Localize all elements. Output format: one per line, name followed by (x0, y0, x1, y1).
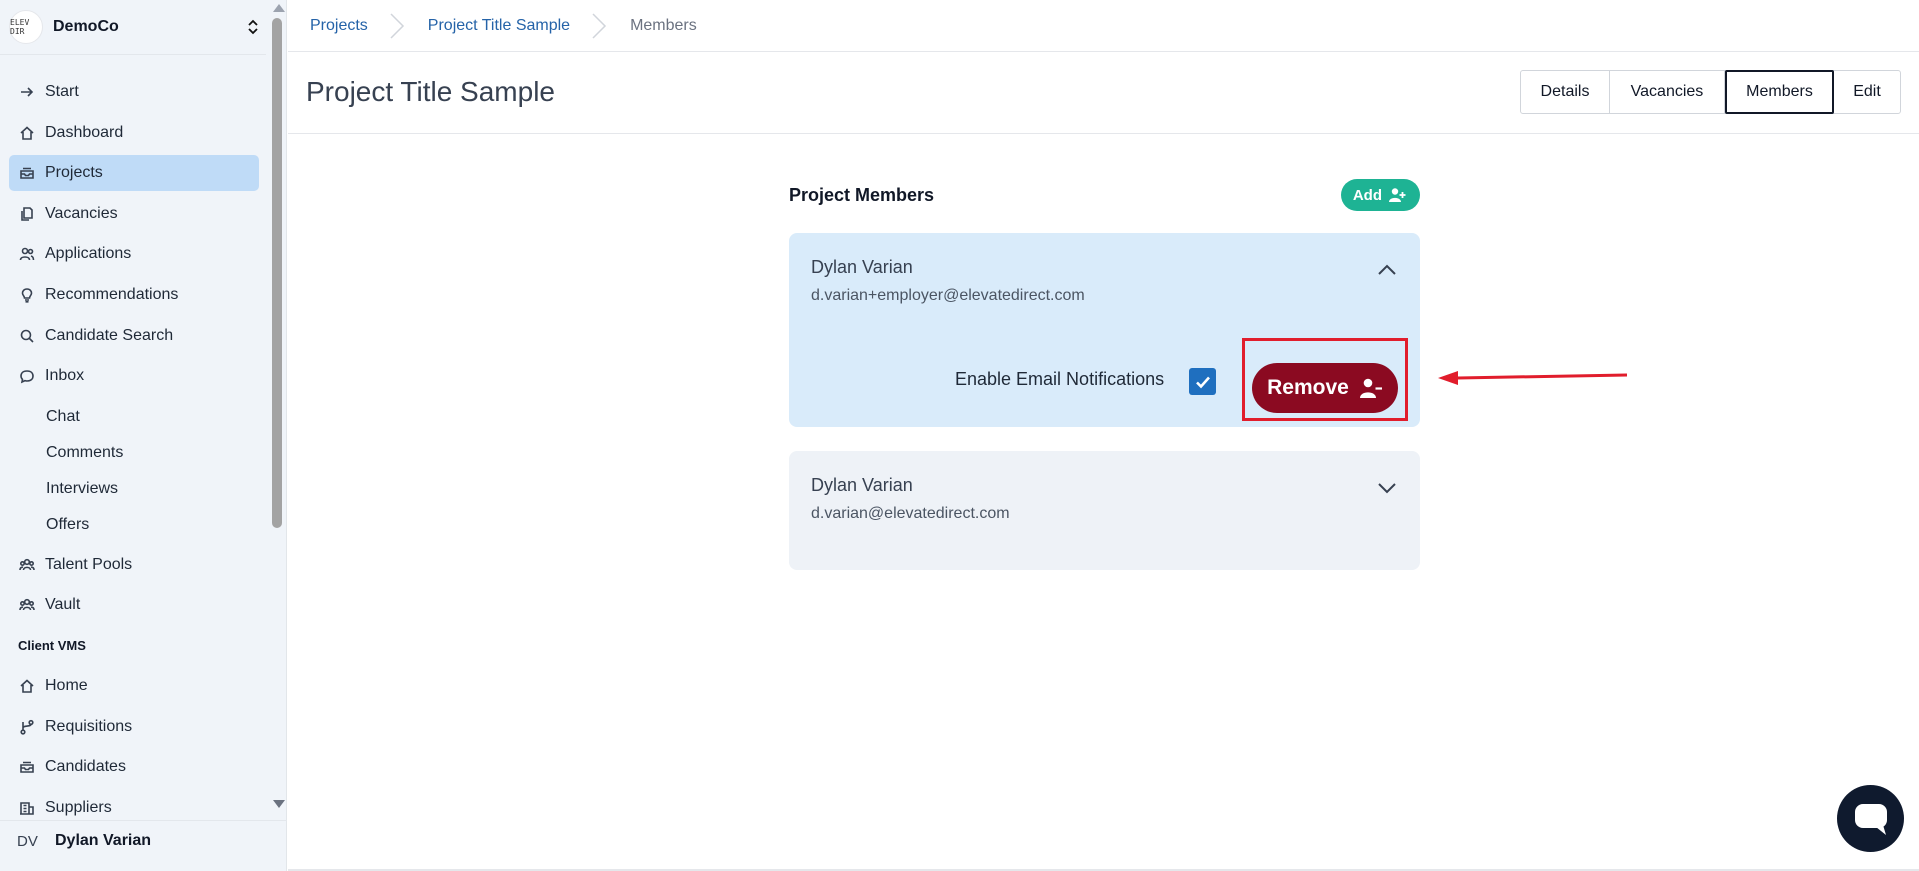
sidebar-subitem-comments[interactable]: Comments (9, 435, 259, 471)
org-name: DemoCo (53, 18, 119, 35)
sidebar-item-dashboard[interactable]: Dashboard (9, 115, 259, 151)
breadcrumb-separator-icon (592, 12, 607, 39)
org-logo: ELEV DIR (9, 10, 43, 44)
add-member-button[interactable]: Add (1340, 179, 1420, 211)
sidebar-subitem-offers[interactable]: Offers (9, 507, 259, 543)
sidebar-item-label: Start (45, 83, 79, 100)
page-title: Project Title Sample (306, 76, 555, 107)
breadcrumb-project[interactable]: Project Title Sample (428, 17, 570, 35)
sidebar: ELEV DIR DemoCo Start Dashboard Projects… (0, 0, 287, 871)
sidebar-item-label: Vault (45, 596, 81, 614)
sidebar-item-label: Candidates (45, 758, 126, 776)
lightbulb-icon (18, 286, 36, 304)
scroll-thumb[interactable] (272, 18, 282, 528)
sidebar-item-requisitions[interactable]: Requisitions (9, 709, 259, 745)
sidebar-subitem-chat[interactable]: Chat (9, 399, 259, 435)
sidebar-item-label: Recommendations (45, 285, 179, 303)
member-email: d.varian+employer@elevatedirect.com (811, 287, 1085, 304)
sidebar-item-projects[interactable]: Projects (9, 155, 259, 192)
member-card[interactable]: Dylan Varian d.varian@elevatedirect.com (789, 451, 1420, 570)
chevron-down-icon[interactable] (1376, 477, 1398, 499)
sidebar-item-home[interactable]: Home (9, 668, 259, 704)
sidebar-item-label: Suppliers (45, 798, 112, 816)
chat-widget-button[interactable] (1837, 785, 1904, 852)
sidebar-item-vacancies[interactable]: Vacancies (9, 196, 259, 232)
sidebar-item-inbox[interactable]: Inbox (9, 358, 259, 394)
email-notifications-checkbox[interactable] (1189, 368, 1216, 395)
branch-icon (18, 718, 36, 736)
annotation-arrow-icon (1438, 371, 1627, 385)
home-icon (18, 124, 36, 142)
tab-details[interactable]: Details (1521, 71, 1610, 113)
breadcrumb-separator-icon (390, 12, 404, 39)
user-group-icon (18, 596, 36, 614)
remove-member-label: Remove (1267, 376, 1349, 399)
user-minus-icon (1359, 378, 1382, 398)
sidebar-item-candidate-search[interactable]: Candidate Search (9, 318, 259, 354)
tab-vacancies[interactable]: Vacancies (1610, 71, 1725, 113)
breadcrumb-members: Members (630, 16, 697, 34)
sidebar-section-label: Client VMS (18, 638, 86, 654)
member-card[interactable]: Dylan Varian d.varian+employer@elevatedi… (789, 233, 1420, 427)
sidebar-item-label: Candidate Search (45, 326, 174, 344)
scroll-down-arrow-icon[interactable] (273, 800, 285, 808)
sidebar-item-vault[interactable]: Vault (9, 587, 259, 623)
sidebar-item-label: Requisitions (45, 717, 133, 735)
sidebar-item-label: Vacancies (45, 204, 118, 222)
user-group-icon (18, 556, 36, 574)
sidebar-item-label: Dashboard (45, 123, 124, 141)
sidebar-item-label: Home (45, 676, 88, 694)
divider (0, 54, 266, 55)
members-header: Project Members Add (789, 178, 1420, 212)
scroll-up-arrow-icon[interactable] (273, 4, 285, 12)
user-menu[interactable]: DV Dylan Varian (0, 820, 287, 861)
sidebar-subitem-interviews[interactable]: Interviews (9, 471, 259, 507)
sidebar-item-talent-pools[interactable]: Talent Pools (9, 547, 259, 583)
avatar: DV (17, 832, 38, 850)
page-tabs: Details Vacancies Members Edit (1520, 70, 1901, 114)
tab-members[interactable]: Members (1725, 70, 1834, 114)
sidebar-item-candidates[interactable]: Candidates (9, 749, 259, 785)
tab-edit[interactable]: Edit (1834, 71, 1900, 113)
sidebar-item-start[interactable]: Start (9, 74, 259, 110)
add-member-label: Add (1352, 186, 1382, 204)
users-icon (18, 245, 36, 263)
sidebar-item-label: Talent Pools (45, 555, 133, 573)
arrow-right-icon (18, 83, 36, 101)
member-name: Dylan Varian (811, 475, 913, 495)
breadcrumb-projects[interactable]: Projects (310, 17, 368, 35)
documents-icon (18, 205, 36, 223)
inbox-stack-icon (18, 758, 36, 776)
org-switcher[interactable]: ELEV DIR DemoCo (0, 0, 266, 54)
sidebar-item-label: Projects (45, 164, 103, 182)
home-icon (18, 677, 36, 695)
search-icon (18, 327, 36, 345)
project-members-panel: Project Members Add Dylan Varian d.varia… (789, 178, 1420, 570)
inbox-stack-icon (18, 164, 36, 182)
sidebar-item-label: Inbox (45, 367, 85, 385)
members-title: Project Members (789, 184, 935, 205)
building-icon (18, 799, 36, 817)
sidebar-item-recommendations[interactable]: Recommendations (9, 277, 259, 313)
breadcrumb: Projects Project Title Sample Members (288, 0, 1919, 52)
sidebar-item-applications[interactable]: Applications (9, 236, 259, 272)
chevron-up-icon[interactable] (1376, 259, 1398, 281)
chat-icon (1854, 803, 1887, 835)
sidebar-nav: Start Dashboard Projects Vacancies Appli… (9, 74, 259, 830)
user-plus-icon (1389, 188, 1406, 202)
member-name: Dylan Varian (811, 257, 913, 277)
sidebar-scrollbar[interactable] (269, 0, 286, 820)
chat-bubble-icon (18, 367, 36, 385)
chevron-up-down-icon[interactable] (246, 17, 260, 37)
sidebar-item-label: Applications (45, 245, 132, 263)
page-header: Project Title Sample Details Vacancies M… (288, 52, 1919, 134)
user-name: Dylan Varian (55, 832, 152, 849)
email-notifications-label: Enable Email Notifications (955, 369, 1165, 389)
member-email: d.varian@elevatedirect.com (811, 505, 1010, 522)
check-icon (1195, 376, 1210, 388)
remove-member-button[interactable]: Remove (1252, 363, 1398, 413)
